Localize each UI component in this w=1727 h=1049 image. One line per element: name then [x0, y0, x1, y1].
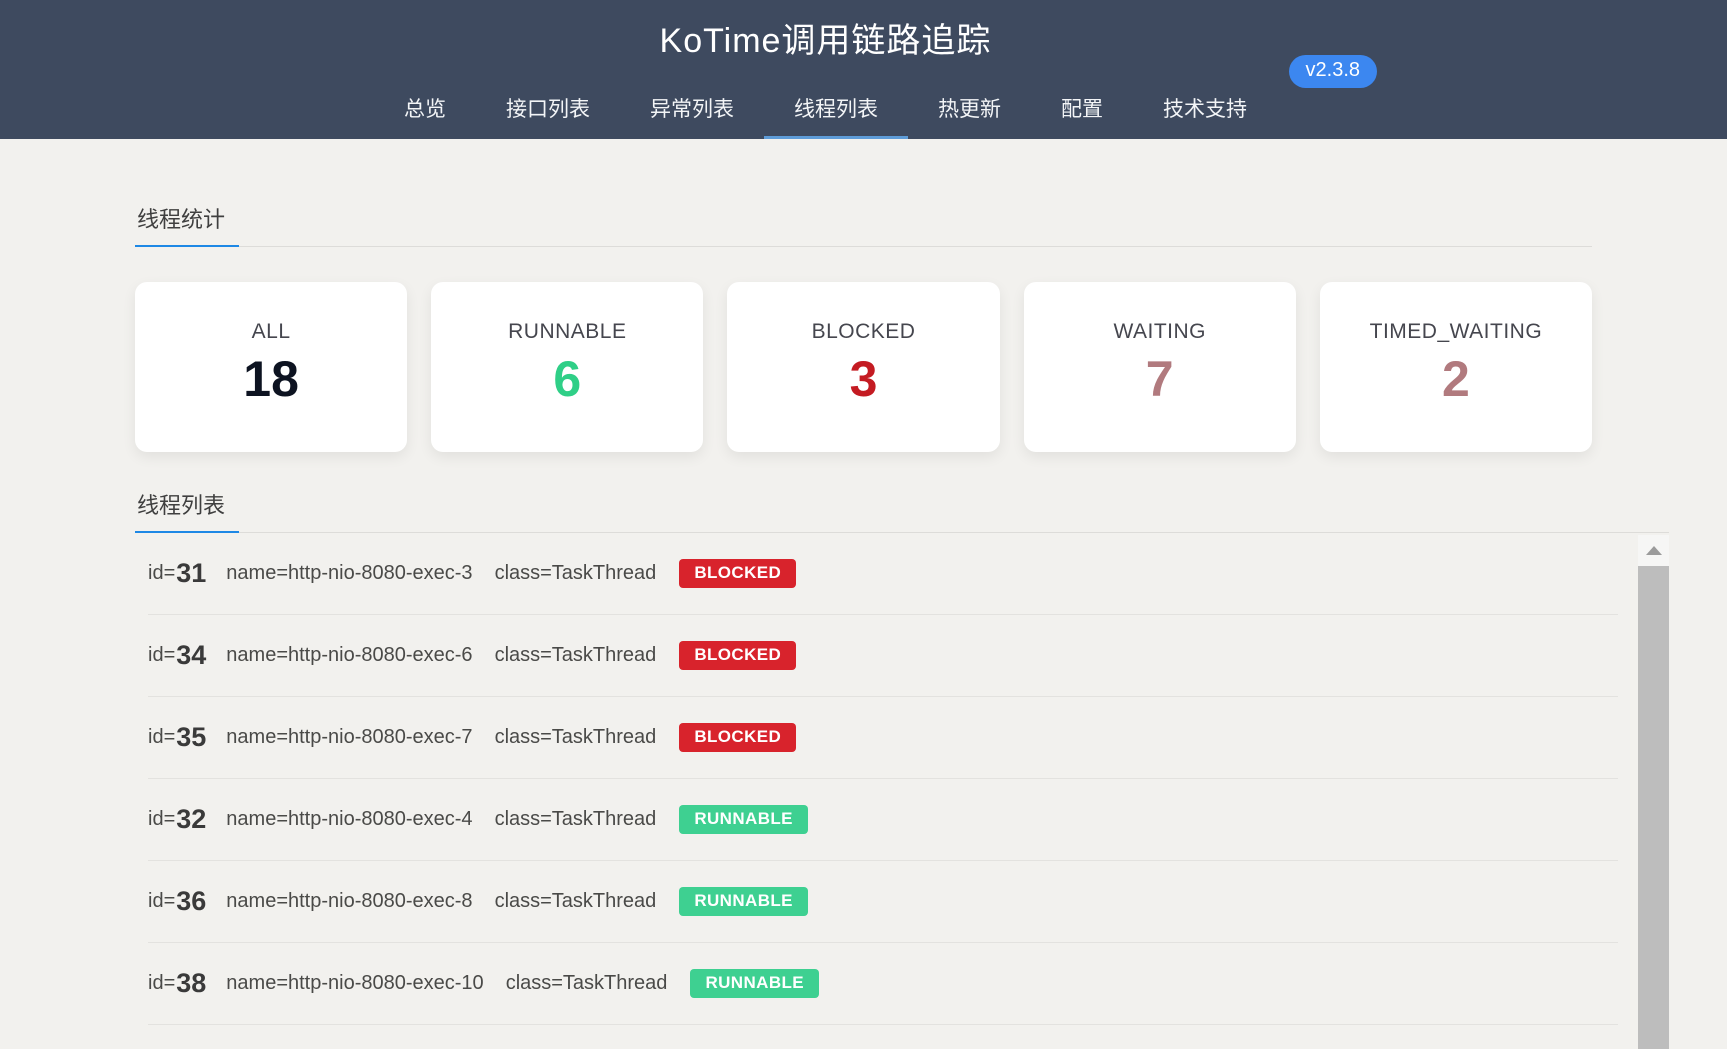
stat-card-label: RUNNABLE — [508, 320, 626, 344]
scroll-up-button[interactable] — [1638, 535, 1669, 566]
stat-card-all: ALL 18 — [135, 282, 407, 452]
stats-section-header: 线程统计 — [135, 202, 1592, 247]
stat-cards: ALL 18 RUNNABLE 6 BLOCKED 3 WAITING 7 TI… — [135, 282, 1592, 452]
stats-section-title: 线程统计 — [135, 202, 239, 247]
thread-state-badge: BLOCKED — [679, 723, 796, 753]
thread-class: class=TaskThread — [495, 808, 657, 831]
thread-name: name=http-nio-8080-exec-6 — [226, 644, 472, 667]
thread-row: id=31 name=http-nio-8080-exec-3 class=Ta… — [148, 533, 1618, 615]
thread-state-badge: BLOCKED — [679, 641, 796, 671]
thread-row: id=38 name=http-nio-8080-exec-10 class=T… — [148, 943, 1618, 1025]
thread-id-label: id= — [148, 644, 175, 667]
stat-card-value: 7 — [1146, 354, 1174, 404]
main-nav: 总览 接口列表 异常列表 线程列表 热更新 配置 技术支持 v2.3.8 — [0, 93, 1651, 139]
list-scrollbar[interactable] — [1638, 535, 1669, 1049]
thread-id-value: 31 — [176, 558, 206, 589]
thread-name: name=http-nio-8080-exec-4 — [226, 808, 472, 831]
thread-id-value: 38 — [176, 968, 206, 999]
threads-section-title: 线程列表 — [135, 488, 239, 533]
thread-name: name=http-nio-8080-exec-8 — [226, 890, 472, 913]
stat-card-label: ALL — [252, 320, 291, 344]
thread-stats-section: 线程统计 ALL 18 RUNNABLE 6 BLOCKED 3 WAITING… — [135, 202, 1669, 452]
thread-list-viewport: id=31 name=http-nio-8080-exec-3 class=Ta… — [135, 533, 1669, 1049]
thread-id-value: 35 — [176, 722, 206, 753]
main-content: 线程统计 ALL 18 RUNNABLE 6 BLOCKED 3 WAITING… — [0, 202, 1727, 1049]
thread-rows: id=31 name=http-nio-8080-exec-3 class=Ta… — [135, 533, 1669, 1049]
thread-id-value: 34 — [176, 640, 206, 671]
scroll-up-arrow-icon — [1646, 546, 1662, 555]
stat-card-value: 2 — [1442, 354, 1470, 404]
tab-api-list[interactable]: 接口列表 — [476, 93, 620, 139]
threads-section-header: 线程列表 — [135, 488, 1669, 533]
stat-card-value: 3 — [850, 354, 878, 404]
scrollbar-thumb[interactable] — [1638, 566, 1669, 1049]
thread-state-badge: RUNNABLE — [690, 969, 819, 999]
thread-class: class=TaskThread — [495, 890, 657, 913]
tab-thread-list[interactable]: 线程列表 — [764, 93, 908, 139]
tab-exception-list[interactable]: 异常列表 — [620, 93, 764, 139]
thread-row: id=39 name=http-nio-8080-Poller class=Th… — [148, 1025, 1618, 1049]
version-badge: v2.3.8 — [1289, 55, 1377, 88]
stat-card-label: BLOCKED — [812, 320, 916, 344]
thread-id-label: id= — [148, 808, 175, 831]
thread-id-label: id= — [148, 890, 175, 913]
thread-state-badge: BLOCKED — [679, 559, 796, 589]
tab-config[interactable]: 配置 — [1031, 93, 1133, 139]
thread-id-label: id= — [148, 562, 175, 585]
thread-row: id=36 name=http-nio-8080-exec-8 class=Ta… — [148, 861, 1618, 943]
stat-card-timed-waiting: TIMED_WAITING 2 — [1320, 282, 1592, 452]
thread-id-value: 32 — [176, 804, 206, 835]
tab-tech-support[interactable]: 技术支持 v2.3.8 — [1133, 93, 1277, 139]
thread-class: class=TaskThread — [506, 972, 668, 995]
stat-card-label: WAITING — [1113, 320, 1206, 344]
page-title: KoTime调用链路追踪 — [0, 0, 1651, 62]
stat-card-value: 6 — [553, 354, 581, 404]
tab-hot-update[interactable]: 热更新 — [908, 93, 1031, 139]
stat-card-value: 18 — [243, 354, 299, 404]
thread-id-label: id= — [148, 726, 175, 749]
thread-id-label: id= — [148, 972, 175, 995]
thread-class: class=TaskThread — [495, 644, 657, 667]
thread-name: name=http-nio-8080-exec-3 — [226, 562, 472, 585]
thread-class: class=TaskThread — [495, 726, 657, 749]
thread-id-value: 36 — [176, 886, 206, 917]
stat-card-blocked: BLOCKED 3 — [727, 282, 999, 452]
thread-row: id=34 name=http-nio-8080-exec-6 class=Ta… — [148, 615, 1618, 697]
stat-card-waiting: WAITING 7 — [1024, 282, 1296, 452]
thread-row: id=35 name=http-nio-8080-exec-7 class=Ta… — [148, 697, 1618, 779]
thread-name: name=http-nio-8080-exec-10 — [226, 972, 483, 995]
tab-tech-support-label: 技术支持 — [1163, 98, 1247, 121]
thread-list-section: 线程列表 id=31 name=http-nio-8080-exec-3 cla… — [135, 488, 1669, 1049]
thread-name: name=http-nio-8080-exec-7 — [226, 726, 472, 749]
stat-card-runnable: RUNNABLE 6 — [431, 282, 703, 452]
thread-row: id=32 name=http-nio-8080-exec-4 class=Ta… — [148, 779, 1618, 861]
stat-card-label: TIMED_WAITING — [1370, 320, 1543, 344]
thread-state-badge: RUNNABLE — [679, 887, 808, 917]
tab-overview[interactable]: 总览 — [374, 93, 476, 139]
app-header: KoTime调用链路追踪 总览 接口列表 异常列表 线程列表 热更新 配置 技术… — [0, 0, 1727, 139]
thread-state-badge: RUNNABLE — [679, 805, 808, 835]
thread-class: class=TaskThread — [495, 562, 657, 585]
